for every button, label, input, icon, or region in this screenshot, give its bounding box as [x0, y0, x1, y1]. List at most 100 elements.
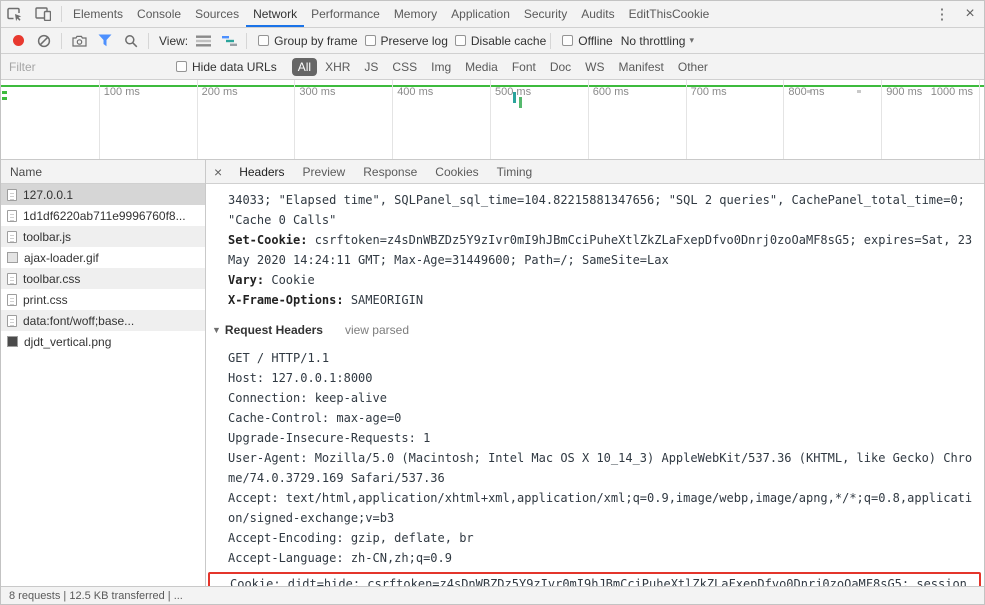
- more-options-button[interactable]: ⋮: [928, 1, 956, 27]
- resource-type-filter-doc[interactable]: Doc: [544, 58, 577, 76]
- record-network-log-button[interactable]: [5, 30, 31, 52]
- devtools-tab-memory[interactable]: Memory: [387, 1, 444, 27]
- resource-type-filter-js[interactable]: JS: [358, 58, 384, 76]
- timeline-tick-label: 700 ms: [690, 86, 727, 98]
- timeline-tick-label: 900 ms: [886, 86, 923, 98]
- request-name: data:font/woff;base...: [23, 313, 135, 328]
- request-name: print.css: [23, 292, 68, 307]
- timeline-gridline: [587, 80, 589, 159]
- request-name: 127.0.0.1: [23, 187, 74, 202]
- offline-label: Offline: [578, 33, 613, 48]
- disable-cache-label: Disable cache: [470, 33, 547, 48]
- resource-type-filter-media[interactable]: Media: [459, 58, 504, 76]
- search-button[interactable]: [118, 30, 144, 52]
- devtools-tab-network[interactable]: Network: [246, 1, 304, 27]
- request-row-djdt-vertical-png[interactable]: djdt_vertical.png: [1, 331, 205, 352]
- request-name: djdt_vertical.png: [24, 334, 112, 349]
- name-column-header[interactable]: Name: [1, 160, 205, 184]
- view-label: View:: [159, 33, 189, 48]
- network-overview-timeline[interactable]: 100 ms 200 ms 300 ms 400 ms 500 ms 600 ms 700 …: [1, 80, 984, 160]
- detail-tabbar: × Headers Preview Response Cookies Timing: [206, 160, 984, 184]
- devtools-window: Elements Console Sources Network Performance…: [0, 0, 985, 605]
- header-name: Vary:: [228, 273, 265, 287]
- hide-data-urls-label: Hide data URLs: [192, 59, 277, 74]
- request-row-127-0-0-1[interactable]: 127.0.0.1: [1, 184, 205, 205]
- devtools-tab-application[interactable]: Application: [444, 1, 517, 27]
- hide-data-urls-checkbox[interactable]: [176, 61, 187, 72]
- detail-tab-preview[interactable]: Preview: [294, 165, 355, 179]
- request-row-toolbar-css[interactable]: toolbar.css: [1, 268, 205, 289]
- request-row-ajax-loader-gif[interactable]: ajax-loader.gif: [1, 247, 205, 268]
- waterfall-mark: [2, 91, 7, 94]
- divider: [61, 32, 62, 49]
- view-parsed-link[interactable]: view parsed: [345, 320, 409, 340]
- devtools-tab-audits[interactable]: Audits: [574, 1, 621, 27]
- headers-panel[interactable]: 34033; "Elapsed time", SQLPanel_sql_time…: [206, 184, 984, 586]
- resource-type-filter-img[interactable]: Img: [425, 58, 457, 76]
- throttling-select[interactable]: No throttling ▾: [621, 34, 694, 48]
- clear-network-log-button[interactable]: [31, 30, 57, 52]
- image-thumbnail-icon: [7, 336, 18, 347]
- timeline-tick-label: 1000 ms: [930, 86, 973, 98]
- throttling-value: No throttling: [620, 33, 686, 48]
- detail-tab-timing[interactable]: Timing: [488, 165, 542, 179]
- close-details-button[interactable]: ×: [206, 164, 230, 180]
- devtools-tab-elements[interactable]: Elements: [66, 1, 130, 27]
- chevron-down-icon: ▾: [689, 35, 694, 45]
- request-row-1d1df6220ab711e9996760f8[interactable]: 1d1df6220ab711e9996760f8...: [1, 205, 205, 226]
- request-name: toolbar.js: [23, 229, 72, 244]
- timeline-tick-label: 300 ms: [299, 86, 336, 98]
- resource-type-filters: All XHR JS CSS Img Media Font Doc WS Manifest Othe…: [291, 57, 715, 76]
- devtools-tab-editthiscookie[interactable]: EditThisCookie: [622, 1, 717, 27]
- waterfall-mark: [857, 90, 861, 93]
- preserve-log-label: Preserve log: [380, 33, 448, 48]
- filter-input[interactable]: [9, 59, 169, 74]
- detail-tab-cookies[interactable]: Cookies: [426, 165, 487, 179]
- resource-type-filter-css[interactable]: CSS: [386, 58, 423, 76]
- group-by-frame-checkbox[interactable]: [258, 35, 270, 46]
- resource-type-filter-ws[interactable]: WS: [579, 58, 610, 76]
- filter-button[interactable]: [92, 30, 118, 52]
- offline-checkbox[interactable]: [562, 35, 574, 46]
- detail-tab-headers[interactable]: Headers: [230, 165, 293, 179]
- resource-type-filter-manifest[interactable]: Manifest: [613, 58, 670, 76]
- request-row-toolbar-js[interactable]: toolbar.js: [1, 226, 205, 247]
- resource-type-filter-all[interactable]: All: [291, 57, 318, 76]
- header-name: Set-Cookie:: [228, 233, 308, 247]
- request-headers-section-header[interactable]: ▼ Request Headers view parsed: [206, 320, 984, 340]
- inspect-element-button[interactable]: [1, 1, 29, 27]
- response-headers-list: Set-Cookie: csrftoken=z4sDnWBZDz5Y9zIvr0…: [206, 230, 984, 310]
- timeline-gridline: [98, 80, 100, 159]
- timeline-gridline: [979, 80, 980, 159]
- request-row-print-css[interactable]: print.css: [1, 289, 205, 310]
- request-header-line: Accept-Encoding: gzip, deflate, br: [228, 531, 474, 545]
- group-by-frame-label: Group by frame: [274, 33, 358, 48]
- resource-type-filter-font[interactable]: Font: [506, 58, 542, 76]
- devtools-tab-console[interactable]: Console: [130, 1, 188, 27]
- devtools-tab-sources[interactable]: Sources: [188, 1, 246, 27]
- name-column-label: Name: [10, 164, 43, 179]
- request-summary-text: 8 requests | 12.5 KB transferred | ...: [9, 589, 183, 602]
- resource-type-filter-other[interactable]: Other: [672, 58, 714, 76]
- close-devtools-button[interactable]: ×: [956, 1, 984, 27]
- requests-pane: Name 127.0.0.1 1d1df6220ab711e9996760f8..…: [1, 160, 206, 586]
- devtools-tab-security[interactable]: Security: [517, 1, 574, 27]
- preserve-log-checkbox[interactable]: [364, 35, 376, 46]
- stylesheet-file-icon: [7, 272, 17, 285]
- capture-screenshots-button[interactable]: [66, 30, 92, 52]
- filter-funnel-icon: [98, 34, 112, 47]
- response-header-continuation: 34033; "Elapsed time", SQLPanel_sql_time…: [228, 193, 965, 227]
- timeline-gridline: [294, 80, 296, 159]
- request-row-data-font-woff-base[interactable]: data:font/woff;base...: [1, 310, 205, 331]
- show-overview-button[interactable]: [216, 30, 242, 52]
- request-header-line: Host: 127.0.0.1:8000: [228, 371, 373, 385]
- use-large-rows-button[interactable]: [190, 30, 216, 52]
- detail-tab-response[interactable]: Response: [354, 165, 426, 179]
- device-toolbar-button[interactable]: [29, 1, 57, 27]
- devtools-tabs: Elements Console Sources Network Performance…: [66, 1, 716, 27]
- resource-type-filter-xhr[interactable]: XHR: [319, 58, 356, 76]
- devtools-tab-performance[interactable]: Performance: [304, 1, 387, 27]
- disable-cache-checkbox[interactable]: [454, 35, 466, 46]
- network-toolbar: View: Group by frame Preserve log Disabl…: [1, 28, 984, 54]
- list-view-icon: [195, 35, 211, 46]
